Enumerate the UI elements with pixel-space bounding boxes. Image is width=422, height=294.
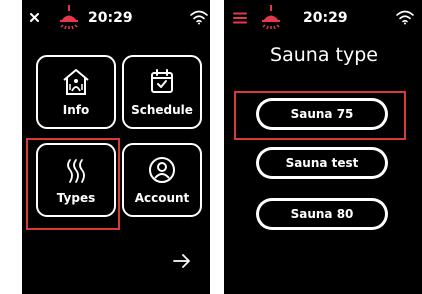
wifi-icon bbox=[396, 10, 414, 25]
sauna-type-screen: 20:29 Sauna type Sauna 75 Sauna test Sau… bbox=[224, 0, 422, 294]
arrow-right-icon[interactable] bbox=[172, 253, 192, 269]
schedule-tile-label: Schedule bbox=[131, 103, 193, 117]
types-tile-label: Types bbox=[56, 191, 96, 205]
main-menu-screen: 20:29 Info Schedule Types Account bbox=[22, 0, 210, 294]
page-title: Sauna type bbox=[270, 44, 378, 66]
sauna-type-button-sauna-80[interactable]: Sauna 80 bbox=[256, 198, 388, 230]
close-icon[interactable] bbox=[30, 13, 39, 22]
wifi-icon bbox=[190, 10, 208, 25]
sauna-type-label: Sauna 75 bbox=[259, 101, 385, 127]
status-bar: 20:29 bbox=[22, 0, 210, 40]
user-icon bbox=[149, 157, 175, 183]
heater-icon bbox=[60, 5, 78, 30]
menu-icon[interactable] bbox=[233, 12, 247, 24]
sauna-type-label: Sauna 80 bbox=[259, 201, 385, 227]
calendar-icon bbox=[151, 69, 173, 93]
sauna-house-icon bbox=[63, 69, 89, 95]
clock-time: 20:29 bbox=[303, 10, 348, 26]
info-tile[interactable]: Info bbox=[36, 55, 116, 129]
sauna-type-button-sauna-75[interactable]: Sauna 75 bbox=[256, 98, 388, 130]
info-tile-label: Info bbox=[62, 103, 90, 117]
clock-time: 20:29 bbox=[88, 10, 133, 26]
heater-icon bbox=[262, 5, 280, 30]
account-tile-label: Account bbox=[134, 191, 190, 205]
account-tile[interactable]: Account bbox=[122, 143, 202, 217]
schedule-tile[interactable]: Schedule bbox=[122, 55, 202, 129]
sauna-type-button-sauna-test[interactable]: Sauna test bbox=[256, 147, 388, 179]
sauna-type-label: Sauna test bbox=[259, 150, 385, 176]
heat-waves-icon bbox=[67, 159, 85, 183]
status-bar: 20:29 bbox=[224, 0, 422, 40]
types-tile[interactable]: Types bbox=[36, 143, 116, 217]
